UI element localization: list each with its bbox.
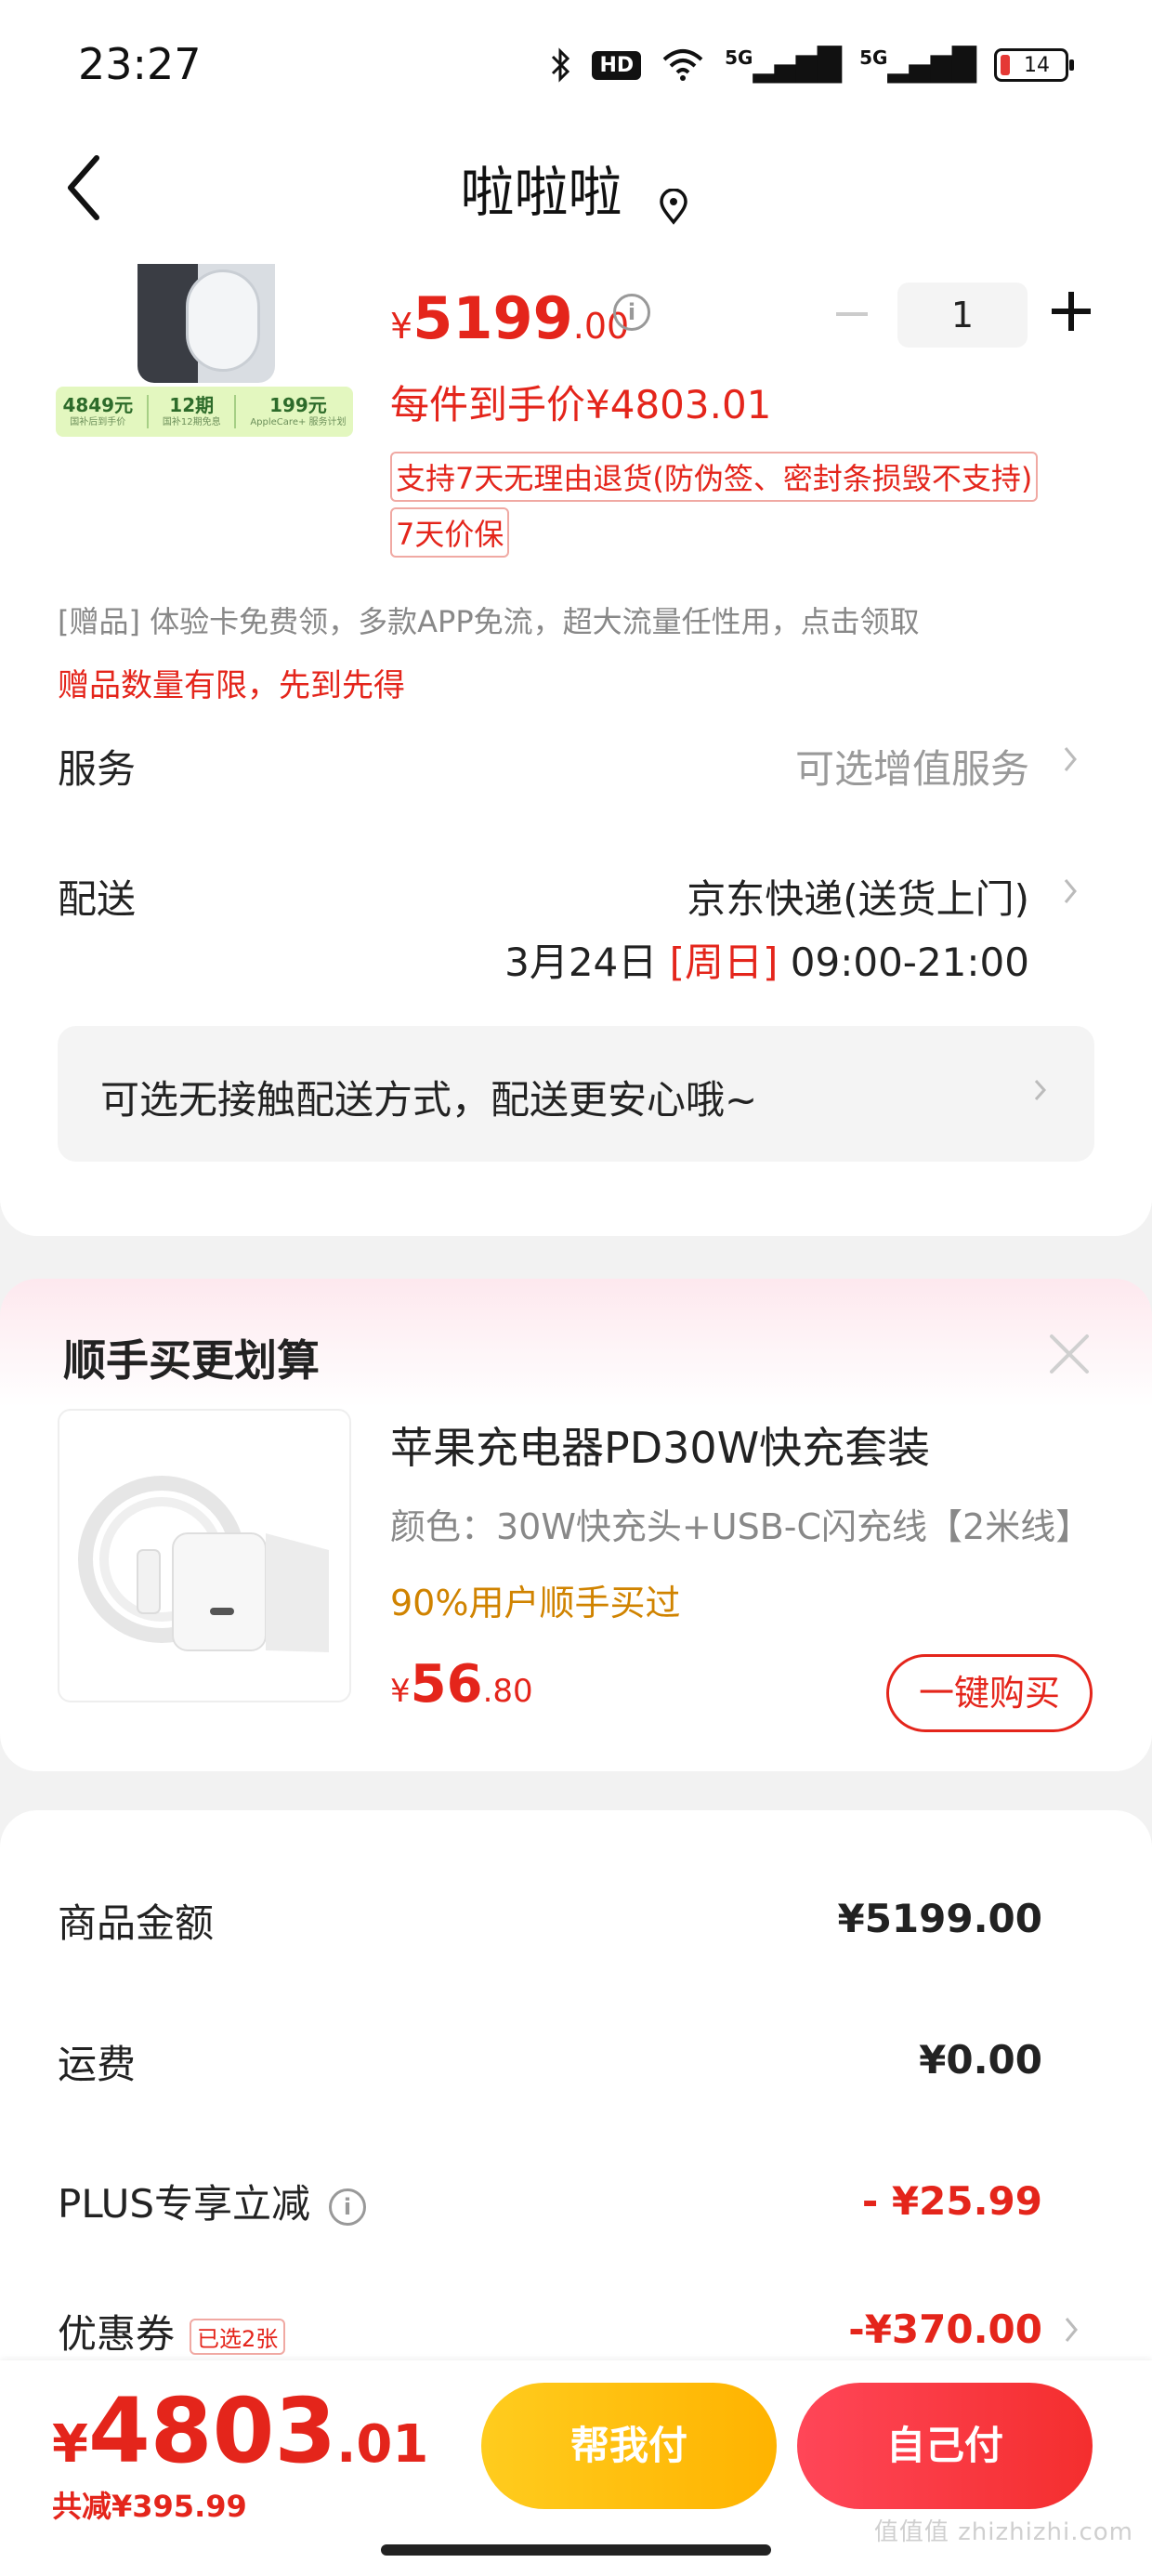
total-decimal: .01 xyxy=(336,2414,429,2475)
charger-illustration xyxy=(78,1476,329,1652)
page-title: 啦啦啦 xyxy=(460,161,622,224)
5g-signal-icon: 5G▂▄▆█ xyxy=(859,46,976,84)
goods-amount-value: ¥5199.00 xyxy=(837,1896,1042,1941)
unit-final-price: 每件到手价¥4803.01 xyxy=(390,382,772,427)
addon-card: 顺手买更划算 苹果充电器PD30W快充套装 颜色：30W快充头+USB-C闪充线… xyxy=(0,1279,1152,1771)
total-integer: 4803 xyxy=(87,2379,337,2483)
charger-image[interactable] xyxy=(58,1409,351,1702)
order-item-card: 4849元 国补后到手价 12期 国补12期免息 199元 AppleCare+ 服务… xyxy=(0,264,1152,1236)
addon-product-spec: 颜色：30W快充头+USB-C闪充线【2米线】 xyxy=(390,1506,1092,1547)
total-price: ¥4803.01 xyxy=(52,2379,428,2483)
addon-price-currency: ¥ xyxy=(390,1673,411,1710)
product-price: ¥5199.00 xyxy=(390,284,629,352)
home-indicator[interactable] xyxy=(381,2544,771,2556)
price-integer: 5199 xyxy=(412,284,573,352)
plus-discount-value: - ¥25.99 xyxy=(861,2178,1042,2224)
chevron-right-icon xyxy=(1034,1079,1047,1101)
shipping-date: 3月24日 xyxy=(504,940,670,985)
battery-icon: 14 xyxy=(994,48,1074,82)
chevron-right-icon[interactable] xyxy=(1061,745,1080,773)
total-currency: ¥ xyxy=(52,2414,88,2475)
coupon-text: 优惠券 xyxy=(58,2311,176,2357)
product-image[interactable]: 4849元 国补后到手价 12期 国补12期免息 199元 AppleCare+ 服务… xyxy=(56,264,353,437)
shipping-window: 09:00-21:00 xyxy=(778,940,1029,985)
addon-price: ¥56.80 xyxy=(390,1654,533,1715)
quantity-minus-button[interactable] xyxy=(836,312,868,316)
title-wrap: 啦啦啦 xyxy=(0,149,1152,227)
price-protect-tag: 7天价保 xyxy=(390,507,510,558)
promo-cell: 12期 国补12期免息 xyxy=(162,394,221,427)
addon-price-decimal: .80 xyxy=(482,1673,533,1710)
bluetooth-icon xyxy=(552,47,570,83)
quantity-input[interactable]: 1 xyxy=(897,283,1028,348)
one-click-buy-button[interactable]: 一键购买 xyxy=(886,1654,1093,1732)
shipping-time: 3月24日 [周日] 09:00-21:00 xyxy=(504,931,1029,988)
pay-myself-button[interactable]: 自己付 xyxy=(797,2383,1093,2509)
status-icons: HD 5G▂▄▆█ 5G▂▄▆█ 14 xyxy=(549,46,1074,84)
promo-divider xyxy=(146,395,149,428)
help-me-pay-button[interactable]: 帮我付 xyxy=(481,2383,777,2509)
promo-cell: 4849元 国补后到手价 xyxy=(62,394,134,427)
return-policy-tag: 支持7天无理由退货(防伪签、密封条损毁不支持) xyxy=(390,452,1039,502)
gift-note: 赠品数量有限，先到先得 xyxy=(58,667,405,704)
shipping-method[interactable]: 京东快递(送货上门) xyxy=(687,868,1029,925)
plus-discount-text: PLUS专享立减 xyxy=(58,2181,311,2227)
info-icon[interactable]: i xyxy=(329,2188,367,2226)
location-pin-icon[interactable] xyxy=(655,188,692,226)
coupon-label: 优惠券 已选2张 xyxy=(58,2303,286,2359)
coupon-value[interactable]: -¥370.00 xyxy=(848,2307,1042,2352)
promo-strip: 4849元 国补后到手价 12期 国补12期免息 199元 AppleCare+ 服务… xyxy=(56,387,353,437)
watermark: 值值值 zhizhizhi.com xyxy=(873,2518,1133,2546)
service-label: 服务 xyxy=(58,746,137,792)
addon-price-integer: 56 xyxy=(410,1654,483,1715)
status-time: 23:27 xyxy=(78,39,202,89)
hd-icon: HD xyxy=(592,50,642,80)
service-value[interactable]: 可选增值服务 xyxy=(795,738,1029,795)
addon-social-proof: 90%用户顺手买过 xyxy=(390,1583,681,1623)
coupon-count-badge: 已选2张 xyxy=(190,2319,286,2355)
promo-divider xyxy=(234,395,237,428)
chevron-right-icon[interactable] xyxy=(1061,877,1080,905)
contactless-text: 可选无接触配送方式，配送更安心哦~ xyxy=(100,1077,758,1123)
total-saving: 共减¥395.99 xyxy=(52,2489,247,2524)
shipping-fee-value: ¥0.00 xyxy=(919,2037,1042,2083)
quantity-plus-button[interactable] xyxy=(1052,292,1091,331)
chevron-right-icon[interactable] xyxy=(1063,2316,1080,2344)
price-currency: ¥ xyxy=(390,306,413,347)
gift-line[interactable]: [赠品] 体验卡免费领，多款APP免流，超大流量任性用，点击领取 xyxy=(58,598,920,641)
plus-discount-label: PLUS专享立减 i xyxy=(58,2173,367,2229)
5g-signal-icon: 5G▂▄▆█ xyxy=(725,46,842,84)
status-bar: 23:27 HD 5G▂▄▆█ 5G▂▄▆█ 14 xyxy=(0,0,1152,130)
close-icon[interactable] xyxy=(1046,1331,1093,1377)
shipping-weekday: [周日] xyxy=(669,940,779,985)
addon-product-name[interactable]: 苹果充电器PD30W快充套装 xyxy=(390,1414,930,1476)
contactless-delivery-option[interactable]: 可选无接触配送方式，配送更安心哦~ xyxy=(58,1026,1094,1162)
shipping-label: 配送 xyxy=(58,876,137,922)
price-info-icon[interactable]: i xyxy=(613,294,650,331)
addon-title: 顺手买更划算 xyxy=(63,1335,320,1386)
goods-amount-label: 商品金额 xyxy=(58,1900,215,1946)
phone-camera xyxy=(186,269,260,372)
promo-cell: 199元 AppleCare+ 服务计划 xyxy=(250,394,347,427)
header: 啦啦啦 xyxy=(0,130,1152,269)
shipping-fee-label: 运费 xyxy=(58,2042,137,2087)
wifi-icon xyxy=(662,49,703,81)
